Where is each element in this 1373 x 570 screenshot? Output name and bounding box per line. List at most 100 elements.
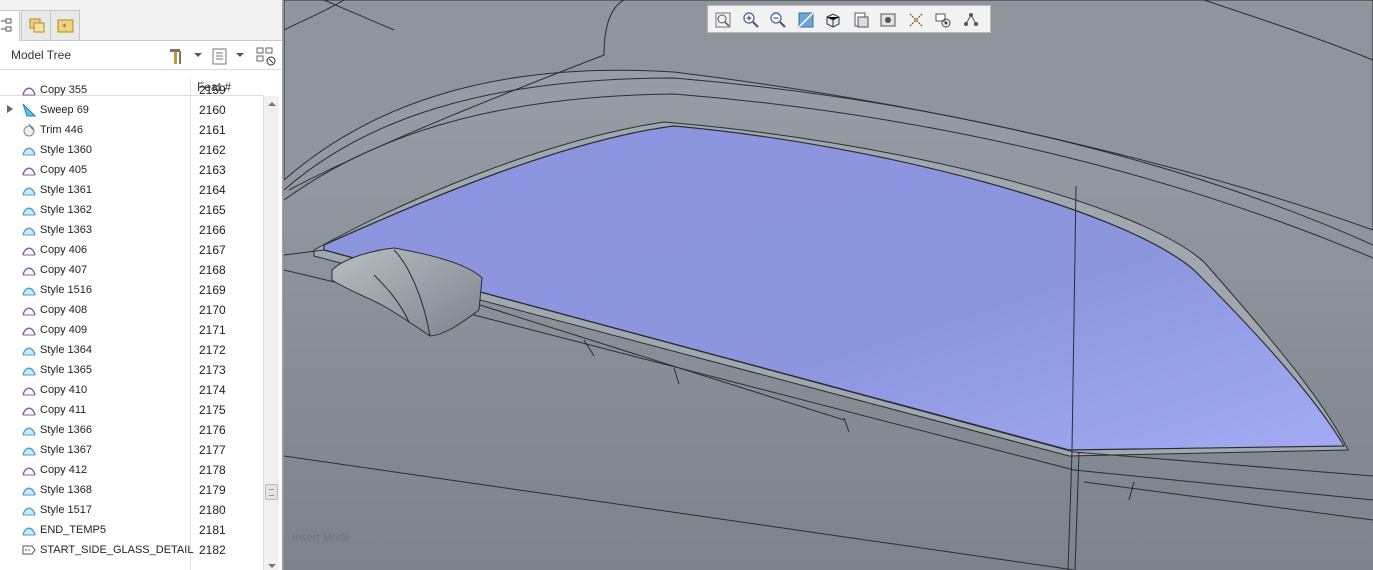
tree-filters-icon[interactable] [256, 46, 276, 66]
tree-row[interactable]: Copy 355 2159 [0, 80, 263, 100]
tree-row[interactable]: Style 1366 2176 [0, 420, 263, 440]
scroll-down-icon[interactable] [268, 564, 276, 568]
feature-number: 2177 [199, 443, 226, 457]
feature-number: 2168 [199, 263, 226, 277]
zoom-in-icon[interactable] [740, 9, 762, 31]
style-feature-icon [21, 522, 37, 538]
annotation-display-icon[interactable] [932, 9, 954, 31]
feature-name: Style 1367 [40, 444, 92, 456]
style-feature-icon [21, 502, 37, 518]
copy-feature-icon [21, 82, 37, 98]
tree-row[interactable]: Style 1362 2165 [0, 200, 263, 220]
tree-row[interactable]: Style 1516 2169 [0, 280, 263, 300]
feature-number: 2180 [199, 503, 226, 517]
show-columns-icon[interactable] [210, 46, 230, 66]
tree-row[interactable]: END_TEMP5 2181 [0, 520, 263, 540]
tree-row[interactable]: Style 1364 2172 [0, 340, 263, 360]
tree-row[interactable]: Copy 406 2167 [0, 240, 263, 260]
datum-display-icon[interactable] [905, 9, 927, 31]
feature-name: Style 1361 [40, 184, 92, 196]
view-toolbar [707, 5, 991, 33]
feature-number: 2162 [199, 143, 226, 157]
graphics-viewport[interactable]: Insert Mode [284, 0, 1373, 570]
feature-number: 2179 [199, 483, 226, 497]
feature-number: 2167 [199, 243, 226, 257]
feature-name: Copy 355 [40, 84, 88, 96]
tree-row[interactable]: Sweep 69 2160 [0, 100, 263, 120]
expand-arrow-icon[interactable] [7, 105, 13, 113]
feature-number: 2165 [199, 203, 226, 217]
tree-row[interactable]: Copy 405 2163 [0, 160, 263, 180]
feature-name: Copy 406 [40, 244, 88, 256]
display-style-icon[interactable] [822, 9, 844, 31]
tree-scrollbar[interactable] [263, 96, 279, 570]
refit-icon[interactable] [712, 9, 734, 31]
panel-title: Model Tree [11, 48, 72, 62]
feature-number: 2166 [199, 223, 226, 237]
repaint-icon[interactable] [795, 9, 817, 31]
feature-number: 2169 [199, 283, 226, 297]
feature-name: Copy 412 [40, 464, 88, 476]
tab-folder-browser[interactable] [21, 10, 51, 40]
feature-name: Copy 407 [40, 264, 88, 276]
feature-name: Style 1516 [40, 284, 92, 296]
tree-row[interactable]: Style 1365 2173 [0, 360, 263, 380]
tree-row[interactable]: Style 1517 2180 [0, 500, 263, 520]
feature-number: 2175 [199, 403, 226, 417]
tree-row[interactable]: Trim 446 2161 [0, 120, 263, 140]
tree-row[interactable]: Copy 407 2168 [0, 260, 263, 280]
tree-row[interactable]: Copy 411 2175 [0, 400, 263, 420]
layers-icon [29, 18, 45, 33]
feature-number: 2159 [199, 83, 226, 97]
feature-name: END_TEMP5 [40, 524, 107, 536]
tree-row[interactable]: Style 1368 2179 [0, 480, 263, 500]
settings-dropdown-icon[interactable] [194, 53, 202, 57]
style-feature-icon [21, 442, 37, 458]
view-manager-icon[interactable] [877, 9, 899, 31]
feature-name: Style 1364 [40, 344, 92, 356]
tree-row[interactable]: Copy 408 2170 [0, 300, 263, 320]
feature-name: Sweep 69 [40, 104, 89, 116]
tab-favorites[interactable]: * [50, 10, 80, 40]
feature-name: Style 1360 [40, 144, 92, 156]
tree-row[interactable]: Copy 410 2174 [0, 380, 263, 400]
tree-row[interactable]: Style 1361 2164 [0, 180, 263, 200]
tab-model-tree[interactable] [0, 10, 20, 41]
feature-name: Style 1363 [40, 224, 92, 236]
tree-row[interactable]: START_SIDE_GLASS_DETAIL 2182 [0, 540, 263, 560]
feature-number: 2164 [199, 183, 226, 197]
zoom-out-icon[interactable] [767, 9, 789, 31]
feature-name: Style 1362 [40, 204, 92, 216]
feature-number: 2172 [199, 343, 226, 357]
feature-number: 2176 [199, 423, 226, 437]
tree-row[interactable]: Copy 412 2178 [0, 460, 263, 480]
style-feature-icon [21, 202, 37, 218]
tree-row[interactable]: Style 1367 2177 [0, 440, 263, 460]
feature-number: 2174 [199, 383, 226, 397]
scroll-up-icon[interactable] [268, 102, 276, 106]
feature-number: 2173 [199, 363, 226, 377]
settings-tools-icon[interactable] [167, 46, 187, 66]
scroll-thumb[interactable] [265, 484, 278, 500]
saved-views-icon[interactable] [850, 9, 872, 31]
show-dropdown-icon[interactable] [236, 53, 244, 57]
tree-row[interactable]: Copy 409 2171 [0, 320, 263, 340]
feature-number: 2181 [199, 523, 226, 537]
feature-name: Copy 410 [40, 384, 88, 396]
style-feature-icon [21, 142, 37, 158]
copy-feature-icon [21, 302, 37, 318]
style-feature-icon [21, 362, 37, 378]
feature-number: 2171 [199, 323, 226, 337]
spin-center-icon[interactable] [960, 9, 982, 31]
feature-name: Style 1517 [40, 504, 92, 516]
tree-row[interactable]: Style 1360 2162 [0, 140, 263, 160]
style-feature-icon [21, 222, 37, 238]
feature-number: 2163 [199, 163, 226, 177]
sweep-feature-icon [21, 102, 37, 118]
style-feature-icon [21, 482, 37, 498]
feature-name: Trim 446 [40, 124, 83, 136]
feature-name: Style 1366 [40, 424, 92, 436]
feature-name: START_SIDE_GLASS_DETAIL [40, 544, 194, 556]
marker-feature-icon [21, 542, 37, 558]
tree-row[interactable]: Style 1363 2166 [0, 220, 263, 240]
